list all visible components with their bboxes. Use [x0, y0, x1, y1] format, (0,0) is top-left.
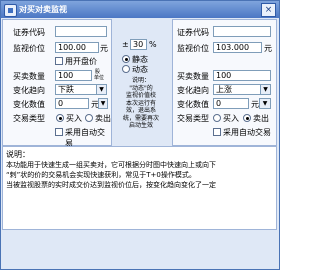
auto-trade-checkbox[interactable]: [55, 128, 63, 136]
auto-trade-label: 采用自动交易: [223, 128, 271, 137]
note-line: 说明：: [131, 77, 150, 84]
code-label: 证券代码: [177, 28, 209, 37]
code-input[interactable]: [213, 26, 271, 37]
description-line: “刺”状的价的交易机会实现快速获利，常见于T+0操作模式。: [6, 171, 196, 179]
change-value-input[interactable]: 0: [55, 98, 89, 109]
code-input[interactable]: [55, 26, 107, 37]
trend-label: 变化趋向: [177, 86, 209, 95]
static-radio[interactable]: [122, 55, 130, 63]
note-line: 监视价值校: [125, 92, 156, 99]
description-title: 说明：: [6, 150, 30, 159]
buy-radio[interactable]: [56, 114, 64, 122]
sell-radio[interactable]: [85, 114, 93, 122]
trend-label: 变化趋向: [13, 86, 45, 95]
change-unit-label: 元: [251, 100, 259, 109]
chevron-down-icon[interactable]: ▼: [260, 99, 270, 108]
buy-panel: 证券代码 监视价位 100.00 元 用开盘价 买卖数量 100 股 单位 变化…: [2, 19, 112, 148]
buy-label: 买入: [223, 114, 239, 123]
unit-label: 元: [100, 44, 108, 53]
change-value-label: 变化数值: [177, 100, 209, 109]
trend-value: 上涨: [216, 85, 232, 94]
qty-label: 买卖数量: [177, 72, 209, 81]
note-line: 启动生效: [128, 122, 153, 129]
chevron-down-icon[interactable]: ▼: [96, 85, 106, 94]
qty-input[interactable]: 100: [55, 70, 92, 81]
center-controls: ± 30 % 静态 动态 说明： "动态"的 监视价值校 本次运行有 效，退出系…: [112, 19, 170, 144]
monitor-price-label: 监视价位: [177, 44, 209, 53]
title-bar[interactable]: 对买对卖监视 ×: [1, 1, 279, 18]
description-line: 当被监视股票的实时成交价达到监视价位后，按变化趋向变化了一定: [6, 181, 216, 189]
sell-panel: 证券代码 监视价位 103.000 元 买卖数量 100 变化趋向 上涨 ▼ 变…: [172, 19, 277, 146]
note-line: 本次运行有: [125, 99, 156, 107]
dynamic-radio[interactable]: [122, 65, 130, 73]
monitor-price-label: 监视价位: [13, 44, 45, 53]
qty-label: 买卖数量: [13, 72, 45, 81]
dynamic-label: 动态: [132, 65, 148, 74]
monitor-price-input[interactable]: 103.000: [213, 42, 262, 53]
sell-label: 卖出: [253, 114, 269, 123]
pct-suffix: %: [149, 40, 157, 49]
center-note: 说明： "动态"的 监视价值校 本次运行有 效，退出系 统，需要再次 启动生效: [114, 77, 168, 130]
description-box[interactable]: 说明： 本功能用于快速生成一组买卖对，它可根据分时图中快速向上或向下 “刺”状的…: [2, 146, 277, 230]
auto-trade-checkbox[interactable]: [213, 128, 221, 136]
sell-label: 卖出: [95, 114, 111, 123]
trend-select[interactable]: 上涨 ▼: [213, 84, 271, 95]
app-icon: [4, 4, 17, 17]
pct-prefix: ±: [122, 40, 129, 49]
code-label: 证券代码: [13, 28, 45, 37]
pct-input[interactable]: 30: [130, 39, 147, 50]
note-line: 效，退出系: [125, 107, 156, 114]
note-line: "动态"的: [129, 84, 153, 92]
trade-type-label: 交易类型: [177, 114, 209, 123]
qty-unit-bottom: 单位: [94, 75, 105, 81]
trend-value: 下跌: [58, 85, 74, 94]
trend-select[interactable]: 下跌 ▼: [55, 84, 107, 95]
open-price-label: 用开盘价: [65, 57, 97, 66]
sell-radio[interactable]: [243, 114, 251, 122]
change-value-label: 变化数值: [13, 100, 45, 109]
change-unit-select[interactable]: ▼: [259, 98, 271, 109]
close-button[interactable]: ×: [261, 3, 276, 17]
window-title: 对买对卖监视: [19, 5, 67, 14]
change-unit-select[interactable]: ▼: [98, 98, 108, 109]
monitor-price-input[interactable]: 100.00: [55, 42, 99, 53]
description-line: 本功能用于快速生成一组买卖对，它可根据分时图中快速向上或向下: [6, 161, 216, 169]
buy-radio[interactable]: [213, 114, 221, 122]
change-value-input[interactable]: 0: [213, 98, 249, 109]
chevron-down-icon[interactable]: ▼: [260, 85, 270, 94]
qty-input[interactable]: 100: [213, 70, 271, 81]
open-price-checkbox[interactable]: [55, 57, 63, 65]
note-line: 统，需要再次: [122, 114, 159, 122]
trade-type-label: 交易类型: [13, 114, 45, 123]
buy-label: 买入: [66, 114, 82, 123]
chevron-down-icon[interactable]: ▼: [99, 99, 107, 108]
unit-label: 元: [264, 44, 272, 53]
